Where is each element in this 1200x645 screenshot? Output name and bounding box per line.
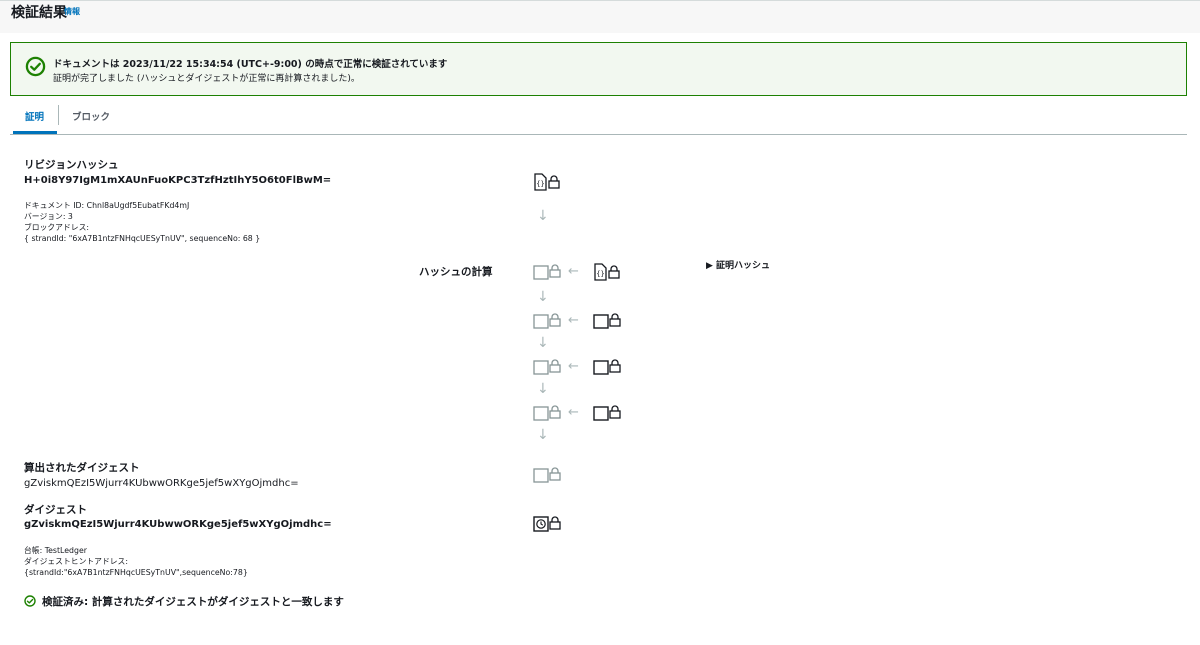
top-bar: 検証結果 情報 [0,0,1200,33]
arrow-left-icon: ← [568,313,579,328]
arrow-left-icon: ← [568,405,579,420]
digest-lock-icon [533,516,561,532]
version: バージョン: 3 [24,212,73,221]
alert-title: ドキュメントは 2023/11/22 15:34:54 (UTC+-9:00) … [53,59,448,70]
arrow-down-icon: ↓ [537,427,549,443]
block-address-label: ブロックアドレス: [24,223,90,232]
revision-hash-heading: リビジョンハッシュ [24,159,119,171]
proof-hash-lock-icon [593,313,621,329]
proof-hash-lock-icon [593,359,621,375]
document-id: ドキュメント ID: Chnl8aUgdf5EubatFKd4mJ [24,201,190,210]
revision-hash-value: H+0i8Y97IgM1mXAUnFuoKPC3TzfHztIhY5O6t0Fl… [24,175,332,186]
computed-hash-lock-icon [533,405,561,421]
arrow-down-icon: ↓ [537,335,549,351]
document-lock-icon: {} [534,173,560,191]
info-link[interactable]: 情報 [64,6,80,17]
digest-tip-address-label: ダイジェストヒントアドレス: [24,557,128,566]
digest-heading: ダイジェスト [24,504,87,516]
arrow-down-icon: ↓ [537,289,549,305]
block-address-value: { strandId: "6xA7B1ntzFNHqcUESyTnUV", se… [24,234,261,243]
computed-hash-lock-icon [533,313,561,329]
arrow-down-icon: ↓ [537,381,549,397]
computed-hash-lock-icon [533,359,561,375]
verified-message: 検証済み: 計算されたダイジェストがダイジェストと一致します [42,596,344,608]
arrow-left-icon: ← [568,359,579,374]
tab-bar: 証明 ブロック [10,100,1187,135]
proof-hash-toggle[interactable]: ▶ 証明ハッシュ [706,258,770,271]
tab-block[interactable]: ブロック [72,109,110,123]
computed-hash-lock-icon [533,264,561,280]
document-lock-icon: {} [594,263,620,281]
digest-value: gZviskmQEzI5Wjurr4KUbwwORKge5jef5wXYgOjm… [24,519,332,530]
success-alert: ドキュメントは 2023/11/22 15:34:54 (UTC+-9:00) … [10,42,1187,96]
check-circle-icon [25,56,46,77]
arrow-left-icon: ← [568,264,579,279]
hash-calc-label: ハッシュの計算 [419,266,493,278]
computed-digest-value: gZviskmQEzI5Wjurr4KUbwwORKge5jef5wXYgOjm… [24,478,299,489]
active-tab-indicator [13,131,57,134]
tab-proof[interactable]: 証明 [25,109,44,123]
tab-divider [58,105,59,125]
digest-tip-address-value: {strandId:"6xA7B1ntzFNHqcUESyTnUV",seque… [24,568,248,577]
check-circle-icon [24,595,36,607]
page-title: 検証結果 [11,5,67,21]
svg-text:{}: {} [536,180,544,188]
svg-text:{}: {} [596,270,604,278]
computed-hash-lock-icon [533,467,561,483]
computed-digest-heading: 算出されたダイジェスト [24,462,140,474]
ledger-name: 台帳: TestLedger [24,546,87,555]
proof-hash-lock-icon [593,405,621,421]
arrow-down-icon: ↓ [537,208,549,224]
alert-description: 証明が完了しました (ハッシュとダイジェストが正常に再計算されました)。 [53,74,360,84]
